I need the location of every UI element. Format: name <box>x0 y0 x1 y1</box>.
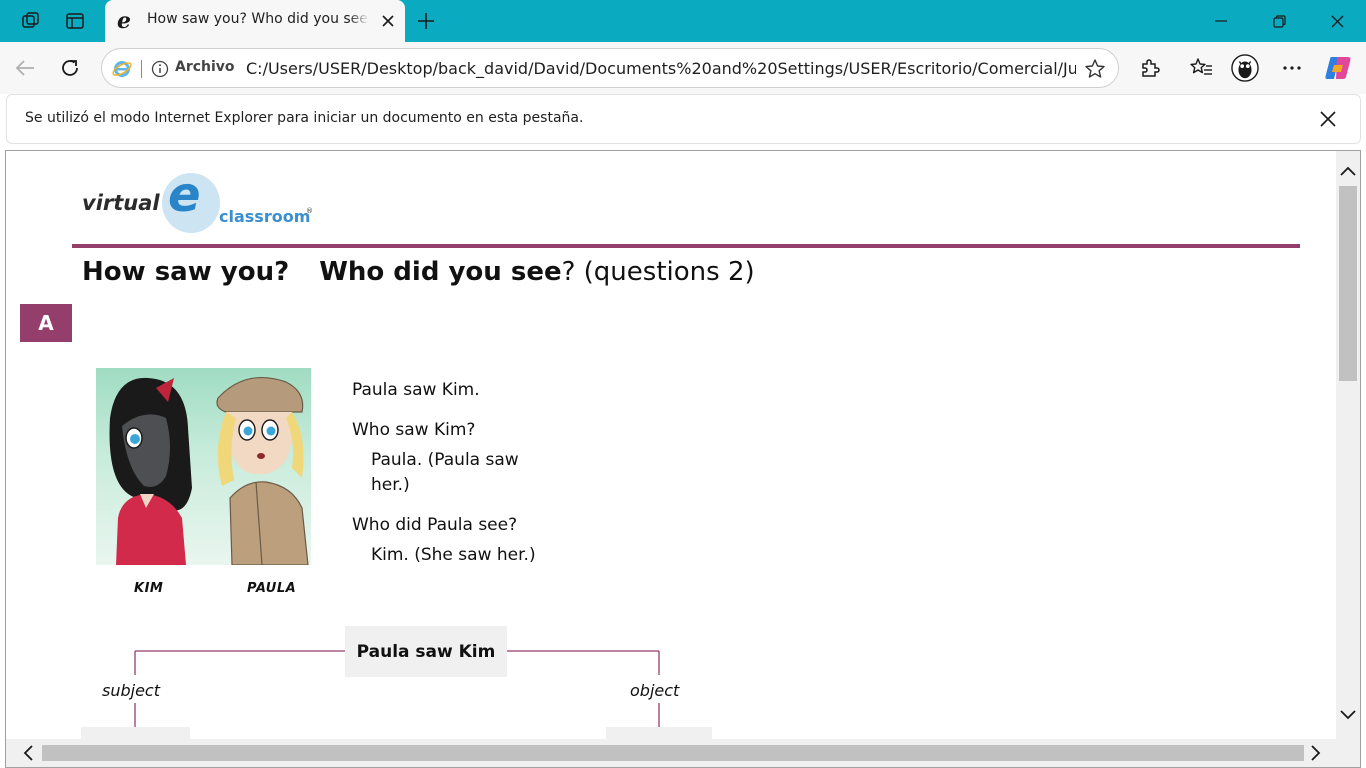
browser-toolbar: Archivo C:/Users/USER/Desktop/back_david… <box>0 42 1366 94</box>
scroll-right-icon[interactable] <box>1304 741 1328 765</box>
infobar-message: Se utilizó el modo Internet Explorer par… <box>25 110 584 126</box>
page-viewport: virtual e classroom ® How saw you? Who di… <box>5 150 1361 768</box>
address-bar[interactable]: Archivo C:/Users/USER/Desktop/back_david… <box>101 48 1119 88</box>
favorites-list-icon[interactable] <box>1187 54 1215 82</box>
close-tab-icon[interactable] <box>376 9 400 33</box>
tab-title: How saw you? Who did you see? (questions… <box>147 11 369 27</box>
info-icon[interactable] <box>151 60 169 78</box>
sentence-box: Paula saw Kim <box>345 626 507 677</box>
title-bar: e How saw you? Who did you see? (questio… <box>0 0 1366 42</box>
minimize-icon[interactable] <box>1192 0 1250 42</box>
active-tab[interactable]: e How saw you? Who did you see? (questio… <box>105 0 405 42</box>
horizontal-scroll-thumb[interactable] <box>42 745 1304 761</box>
refresh-icon[interactable] <box>56 54 84 82</box>
horizontal-scrollbar[interactable] <box>6 739 1338 767</box>
object-box <box>606 727 712 739</box>
subject-label: subject <box>102 681 160 700</box>
page-content: virtual e classroom ® How saw you? Who di… <box>6 151 1338 739</box>
sentence-diagram <box>134 650 660 739</box>
ie-mode-icon[interactable] <box>112 59 132 79</box>
scroll-up-icon[interactable] <box>1336 159 1360 183</box>
url-text[interactable]: C:/Users/USER/Desktop/back_david/David/D… <box>246 59 1076 78</box>
extensions-icon[interactable] <box>1136 54 1164 82</box>
scroll-left-icon[interactable] <box>16 741 40 765</box>
back-arrow-icon[interactable] <box>11 54 39 82</box>
more-menu-icon[interactable] <box>1278 54 1306 82</box>
tab-actions-icon[interactable] <box>63 9 87 33</box>
vertical-scroll-thumb[interactable] <box>1339 186 1357 381</box>
workspaces-icon[interactable] <box>19 9 43 33</box>
subject-box <box>81 727 190 739</box>
vertical-scrollbar[interactable] <box>1336 151 1360 739</box>
scrollbar-corner <box>1336 739 1360 767</box>
restore-icon[interactable] <box>1250 0 1308 42</box>
new-tab-icon[interactable] <box>414 9 438 33</box>
infobar-close-icon[interactable] <box>1316 107 1340 131</box>
ie-mode-infobar: Se utilizó el modo Internet Explorer par… <box>6 94 1361 144</box>
profile-owl-icon[interactable] <box>1231 54 1259 82</box>
copilot-icon[interactable] <box>1324 54 1352 82</box>
archivo-label: Archivo <box>175 59 235 75</box>
favorite-star-icon[interactable] <box>1084 58 1108 82</box>
scroll-down-icon[interactable] <box>1336 703 1360 727</box>
object-label: object <box>630 681 680 700</box>
internet-explorer-icon: e <box>117 8 131 34</box>
address-separator <box>141 60 142 78</box>
window-close-icon[interactable] <box>1308 0 1366 42</box>
